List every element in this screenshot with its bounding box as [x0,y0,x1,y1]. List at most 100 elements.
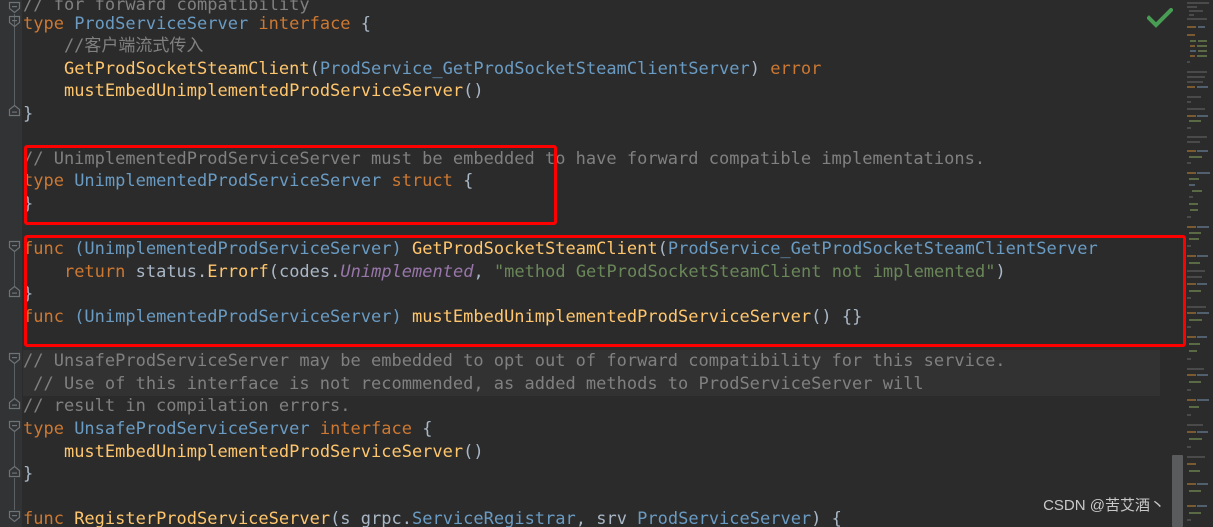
code-line[interactable]: // UnimplementedProdServiceServer must b… [23,148,985,171]
code-token: // UnsafeProdServiceServer may be embedd… [23,351,1006,371]
minimap-line [1197,55,1207,57]
minimap-line [1187,141,1200,143]
fold-collapse-up-icon[interactable] [8,397,21,410]
minimap-line [1187,2,1209,4]
code-line[interactable]: } [23,193,33,216]
code-token: () {} [811,307,863,327]
minimap-line [1189,203,1198,205]
minimap-line [1189,381,1201,383]
fold-collapse-up-icon[interactable] [8,285,21,298]
code-line[interactable]: } [23,463,33,486]
minimap-line [1187,86,1195,88]
minimap-line [1189,262,1200,264]
code-token: codes [278,262,331,282]
minimap-line [1187,336,1196,338]
minimap-line [1197,336,1207,338]
code-line[interactable]: // result in compilation errors. [23,395,351,418]
code-token: (UnimplementedProdServiceServer) [74,239,412,259]
code-token: grpc [360,509,402,527]
code-token: mustEmbedUnimplementedProdServiceServer [63,81,464,101]
code-line[interactable]: //客户端流式传入 [23,35,203,58]
minimap-line [1187,216,1191,218]
code-token: ( [309,59,320,79]
code-line[interactable]: } [23,103,33,126]
code-token: type [23,419,75,439]
fold-collapse-down-icon[interactable] [8,420,21,433]
minimap-line [1197,505,1207,507]
minimap-line [1189,512,1201,514]
fold-region-rail [14,432,15,467]
vertical-scrollbar-thumb[interactable] [1172,455,1183,527]
minimap-line [1189,319,1202,321]
minimap-line [1190,50,1196,52]
code-line[interactable]: func (UnimplementedProdServiceServer) mu… [23,306,862,329]
code-token: ProdServiceServer [637,509,812,527]
minimap-line [1197,374,1208,376]
minimap-line [1187,399,1196,401]
code-token: } [23,464,34,484]
minimap-line [1187,76,1205,78]
minimap-line [1187,18,1207,20]
minimap-line [1187,127,1191,129]
minimap-line [1197,226,1209,228]
fold-collapse-down-icon[interactable] [8,240,21,253]
code-token: Errorf [207,262,269,282]
fold-collapse-down-icon[interactable] [8,352,21,365]
code-text-area[interactable]: // for forward compatibility type ProdSer… [23,0,1183,527]
minimap-line [1189,184,1195,186]
minimap-line [1198,50,1207,52]
minimap-line [1187,446,1191,448]
minimap-line [1187,456,1205,458]
code-line[interactable]: mustEmbedUnimplementedProdServiceServer(… [23,80,484,103]
code-token: { [350,14,372,34]
vertical-scrollbar-track[interactable] [1171,0,1184,527]
minimap-line [1187,276,1202,278]
fold-collapse-up-icon[interactable] [8,465,21,478]
inspection-ok-checkmark-icon[interactable] [1146,7,1174,34]
minimap-line [1197,255,1208,257]
code-minimap[interactable] [1184,0,1213,527]
code-line[interactable]: func RegisterProdServiceServer(s grpc.Se… [23,508,842,527]
fold-collapse-down-icon[interactable] [8,510,21,523]
fold-collapse-up-icon[interactable] [8,104,21,117]
code-editor[interactable]: // for forward compatibility type ProdSer… [0,0,1213,527]
minimap-line [1187,115,1196,117]
editor-gutter[interactable] [0,0,22,527]
minimap-line [1187,81,1203,83]
minimap-line [1197,86,1208,88]
minimap-line [1187,101,1191,103]
minimap-line [1187,374,1196,376]
code-token: ) { [811,509,842,527]
minimap-line [1189,290,1201,292]
code-line[interactable]: type ProdServiceServer interface { [23,13,371,36]
code-token: "method GetProdSocketSteamClient not imp… [493,262,996,282]
minimap-line [1187,26,1196,28]
code-token: , srv [575,509,638,527]
code-token: ServiceRegistrar [411,509,576,527]
minimap-line [1189,438,1202,440]
minimap-line [1190,55,1195,57]
code-line[interactable]: return status.Errorf(codes.Unimplemented… [23,261,1006,284]
code-token: (s [330,509,361,527]
fold-collapse-down-icon[interactable] [8,1,21,14]
minimap-line [1187,414,1191,416]
fold-collapse-down-icon[interactable] [8,15,21,28]
code-token: () [463,442,484,462]
code-token: Unimplemented [340,262,474,282]
minimap-line [1197,115,1208,117]
code-line[interactable]: mustEmbedUnimplementedProdServiceServer(… [23,441,484,464]
minimap-line [1187,326,1191,328]
code-token: GetProdSocketSteamClient [63,59,310,79]
code-line[interactable]: type UnsafeProdServiceServer interface { [23,418,432,441]
code-line[interactable]: func (UnimplementedProdServiceServer) Ge… [23,238,1098,261]
code-line[interactable]: // UnsafeProdServiceServer may be embedd… [23,350,1006,373]
minimap-line [1187,424,1203,426]
code-token: . [401,509,412,527]
code-token: { [411,419,433,439]
code-line[interactable]: type UnimplementedProdServiceServer stru… [23,170,473,193]
code-token: ( [268,262,279,282]
code-token: ProdService_GetProdSocketSteamClientServ… [319,59,750,79]
code-line[interactable]: GetProdSocketSteamClient(ProdService_Get… [23,58,821,81]
code-line[interactable]: } [23,283,33,306]
code-line[interactable]: // Use of this interface is not recommen… [23,373,923,396]
